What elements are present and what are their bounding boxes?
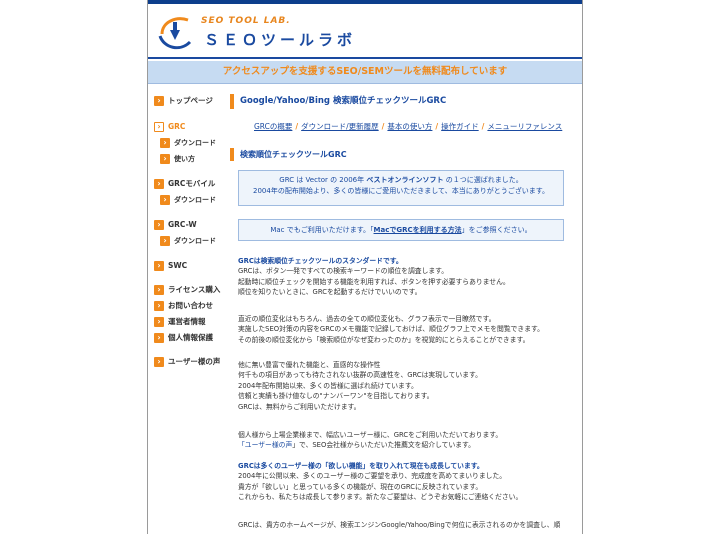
sidebar-item-top[interactable]: › トップページ: [154, 95, 213, 107]
site-logo[interactable]: SEO TOOL LAB. ＳＥＯツールラボ: [156, 12, 456, 52]
award-link[interactable]: ベストオンラインソフト: [366, 176, 443, 184]
arrow-right-icon: ›: [154, 333, 164, 343]
page-title: Google/Yahoo/Bing 検索順位チェックツールGRC: [230, 94, 446, 109]
subnav-menu-reference[interactable]: メニューリファレンス: [487, 122, 562, 131]
arrow-right-icon: ›: [154, 179, 164, 189]
arrow-right-icon: ›: [154, 285, 164, 295]
subnav-basic-usage[interactable]: 基本の使い方: [387, 122, 432, 131]
sidebar-item-grc-mobile-download[interactable]: › ダウンロード: [160, 194, 216, 206]
sidebar-item-grc-w[interactable]: › GRC-W: [154, 219, 197, 231]
mac-usage-link[interactable]: MacでGRCを利用する方法: [374, 226, 462, 234]
arrow-right-icon: ›: [160, 195, 170, 205]
arrow-right-icon: ›: [154, 357, 164, 367]
arrow-right-icon: ›: [160, 154, 170, 164]
intro-paragraph: GRCは検索順位チェックツールのスタンダードです。 GRCは、ボタン一発ですべて…: [238, 257, 510, 297]
users-paragraph: 個人様から上場企業様まで、幅広いユーザー様に、GRCをご利用いただいております。…: [238, 431, 503, 450]
section-title: 検索順位チェックツールGRC: [230, 148, 347, 161]
arrow-right-icon: ›: [154, 301, 164, 311]
header-divider: [148, 57, 582, 59]
sidebar-item-grc-mobile[interactable]: › GRCモバイル: [154, 178, 215, 190]
arrow-right-icon: ›: [154, 261, 164, 271]
sidebar-item-grc[interactable]: › GRC: [154, 121, 185, 133]
sub-navigation: GRCの概要 / ダウンロード/更新履歴 / 基本の使い方 / 操作ガイド / メニューリファレ…: [254, 122, 563, 131]
logo-japanese-text: ＳＥＯツールラボ: [204, 31, 357, 49]
arrow-right-icon: ›: [160, 138, 170, 148]
sidebar-item-swc[interactable]: › SWC: [154, 260, 187, 272]
sidebar-item-voices[interactable]: › ユーザー様の声: [154, 356, 220, 368]
description-paragraph: GRCは、貴方のホームページが、検索エンジンGoogle/Yahoo/Bingで…: [238, 521, 561, 529]
tagline-banner: アクセスアップを支援するSEO/SEMツールを無料配布しています: [148, 61, 582, 84]
sidebar-item-grc-w-download[interactable]: › ダウンロード: [160, 235, 216, 247]
arrow-right-icon: ›: [154, 220, 164, 230]
page-frame: SEO TOOL LAB. ＳＥＯツールラボ アクセスアップを支援するSEO/S…: [147, 0, 583, 534]
arrow-right-icon: ›: [154, 317, 164, 327]
sidebar-item-license[interactable]: › ライセンス購入: [154, 284, 220, 296]
mac-notice-box: Mac でもご利用いただけます。「MacでGRCを利用する方法」をご参照ください…: [238, 219, 564, 241]
growth-paragraph: GRCは多くのユーザー様の「欲しい機能」を取り入れて現在も成長しています。 20…: [238, 462, 523, 502]
sidebar-item-contact[interactable]: › お問い合わせ: [154, 300, 213, 312]
arrow-right-icon: ›: [154, 122, 164, 132]
sidebar-item-privacy[interactable]: › 個人情報保護: [154, 332, 213, 344]
graph-paragraph: 直近の順位変化はもちろん、過去の全ての順位変化も、グラフ表示で一目瞭然です。 実…: [238, 315, 544, 344]
award-notice-box: GRC は Vector の 2006年 ベストオンラインソフト の１つに選ばれ…: [238, 170, 564, 206]
arrow-right-icon: ›: [154, 96, 164, 106]
sidebar-item-grc-download[interactable]: › ダウンロード: [160, 137, 216, 149]
arrow-right-icon: ›: [160, 236, 170, 246]
subnav-download[interactable]: ダウンロード/更新履歴: [301, 122, 379, 131]
logo-english-text: SEO TOOL LAB.: [201, 16, 291, 26]
subnav-overview[interactable]: GRCの概要: [254, 122, 292, 131]
sidebar-item-operator[interactable]: › 運営者情報: [154, 316, 206, 328]
features-paragraph: 他に無い豊富で優れた機能と、直感的な操作性 何千もの項目があっても待たされない抜…: [238, 361, 482, 411]
sidebar-item-grc-usage[interactable]: › 使い方: [160, 153, 195, 165]
subnav-guide[interactable]: 操作ガイド: [441, 122, 479, 131]
top-bar: [148, 0, 582, 4]
user-voices-link[interactable]: 「ユーザー様の声: [238, 441, 292, 449]
logo-swoosh-icon: [158, 17, 192, 50]
